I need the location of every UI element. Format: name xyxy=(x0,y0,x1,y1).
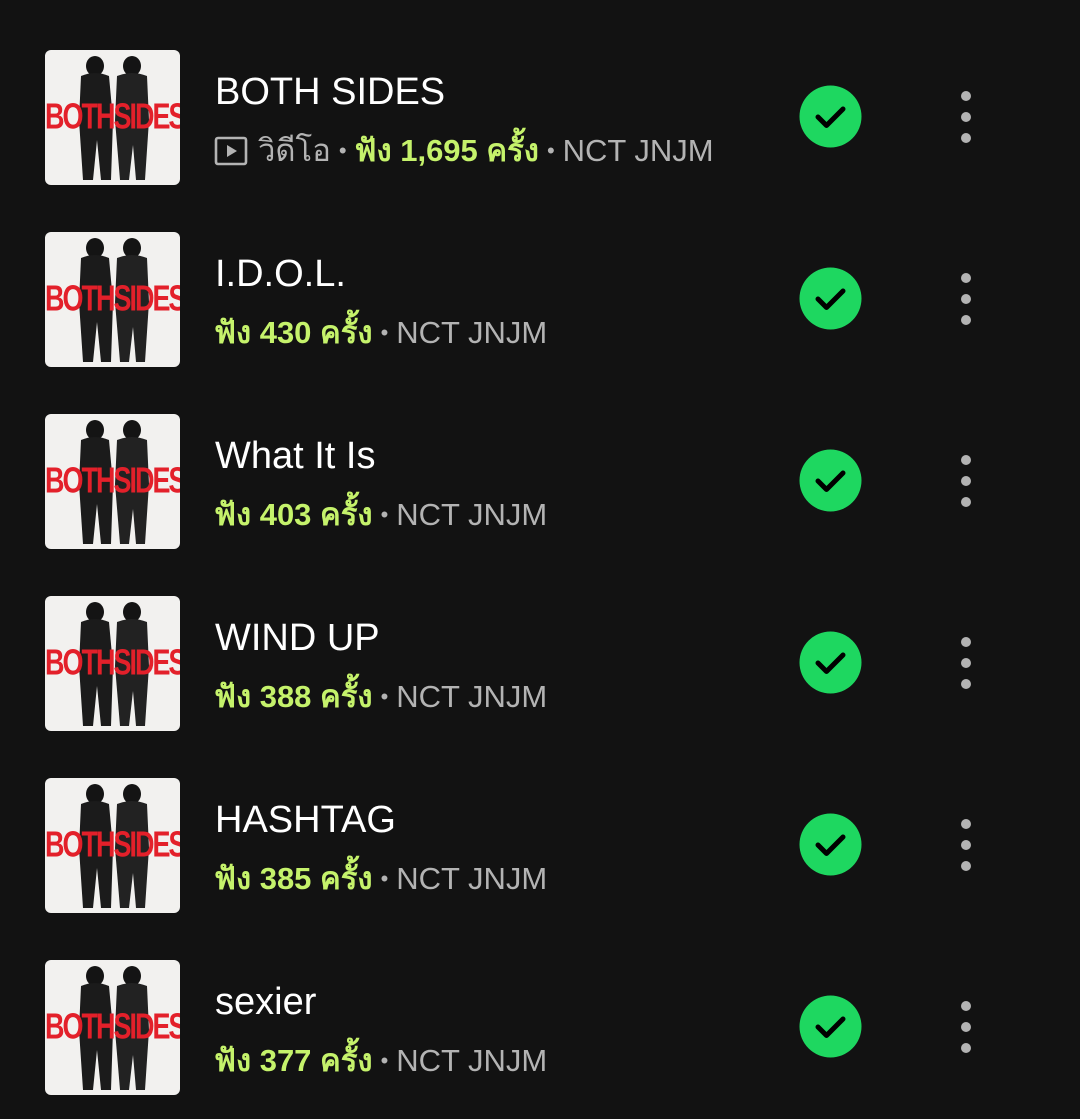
album-cover-text: BOTHSIDES xyxy=(45,824,180,865)
album-cover: BOTHSIDES xyxy=(45,232,180,367)
check-circle-icon[interactable] xyxy=(799,267,862,330)
separator-dot: • xyxy=(380,502,389,527)
separator-dot: • xyxy=(380,866,389,891)
track-title: WIND UP xyxy=(215,617,380,659)
track-meta: ฟัง 403 ครั้ง • NCT JNJM xyxy=(214,495,547,535)
check-circle-icon[interactable] xyxy=(799,85,862,148)
album-cover: BOTHSIDES xyxy=(45,960,180,1095)
more-vertical-icon[interactable] xyxy=(946,632,986,694)
track-row[interactable]: BOTHSIDES I.D.O.L. ฟัง 430 ครั้ง • NCT J… xyxy=(0,182,1080,367)
track-row[interactable]: BOTHSIDES BOTH SIDES วิดีโอ • ฟัง 1,695 … xyxy=(0,0,1080,185)
album-cover-text: BOTHSIDES xyxy=(45,642,180,683)
check-circle-icon[interactable] xyxy=(799,995,862,1058)
more-vertical-icon[interactable] xyxy=(946,814,986,876)
track-meta: ฟัง 430 ครั้ง • NCT JNJM xyxy=(214,313,547,353)
separator-dot: • xyxy=(380,1048,389,1073)
track-title: I.D.O.L. xyxy=(215,253,346,295)
track-row[interactable]: BOTHSIDES What It Is ฟัง 403 ครั้ง • NCT… xyxy=(0,364,1080,549)
artist-name[interactable]: NCT JNJM xyxy=(396,677,547,717)
more-vertical-icon[interactable] xyxy=(946,450,986,512)
play-count: ฟัง 1,695 ครั้ง xyxy=(354,133,539,168)
track-meta: ฟัง 385 ครั้ง • NCT JNJM xyxy=(214,859,547,899)
track-meta: ฟัง 388 ครั้ง • NCT JNJM xyxy=(214,677,547,717)
more-vertical-icon[interactable] xyxy=(946,86,986,148)
check-circle-icon[interactable] xyxy=(799,449,862,512)
album-cover: BOTHSIDES xyxy=(45,596,180,731)
track-title: HASHTAG xyxy=(215,799,396,841)
separator-dot: • xyxy=(380,684,389,709)
separator-dot: • xyxy=(338,138,347,163)
play-count: ฟัง 385 ครั้ง xyxy=(214,861,373,896)
album-cover-text: BOTHSIDES xyxy=(45,96,180,137)
separator-dot: • xyxy=(380,320,389,345)
artist-name[interactable]: NCT JNJM xyxy=(396,313,547,353)
album-cover: BOTHSIDES xyxy=(45,414,180,549)
album-cover-text: BOTHSIDES xyxy=(45,1006,180,1047)
artist-name[interactable]: NCT JNJM xyxy=(563,131,714,171)
track-meta: ฟัง 377 ครั้ง • NCT JNJM xyxy=(214,1041,547,1081)
play-count: ฟัง 430 ครั้ง xyxy=(214,315,373,350)
check-circle-icon[interactable] xyxy=(799,631,862,694)
play-count: ฟัง 403 ครั้ง xyxy=(214,497,373,532)
more-vertical-icon[interactable] xyxy=(946,996,986,1058)
track-row[interactable]: BOTHSIDES HASHTAG ฟัง 385 ครั้ง • NCT JN… xyxy=(0,728,1080,913)
separator-dot: • xyxy=(546,138,555,163)
play-count: ฟัง 388 ครั้ง xyxy=(214,679,373,714)
track-row[interactable]: BOTHSIDES sexier ฟัง 377 ครั้ง • NCT JNJ… xyxy=(0,910,1080,1095)
track-title: BOTH SIDES xyxy=(215,71,446,113)
track-meta: วิดีโอ • ฟัง 1,695 ครั้ง • NCT JNJM xyxy=(214,131,714,171)
more-vertical-icon[interactable] xyxy=(946,268,986,330)
play-count: ฟัง 377 ครั้ง xyxy=(214,1043,373,1078)
album-cover: BOTHSIDES xyxy=(45,778,180,913)
album-cover-text: BOTHSIDES xyxy=(45,278,180,319)
album-cover: BOTHSIDES xyxy=(45,50,180,185)
track-row[interactable]: BOTHSIDES WIND UP ฟัง 388 ครั้ง • NCT JN… xyxy=(0,546,1080,731)
artist-name[interactable]: NCT JNJM xyxy=(396,859,547,899)
check-circle-icon[interactable] xyxy=(799,813,862,876)
album-cover-text: BOTHSIDES xyxy=(45,460,180,501)
artist-name[interactable]: NCT JNJM xyxy=(396,1041,547,1081)
track-title: sexier xyxy=(215,981,317,1023)
video-play-icon xyxy=(214,136,248,166)
track-title: What It Is xyxy=(215,435,376,477)
video-label: วิดีโอ xyxy=(258,133,331,168)
track-list: BOTHSIDES BOTH SIDES วิดีโอ • ฟัง 1,695 … xyxy=(0,0,1080,1119)
artist-name[interactable]: NCT JNJM xyxy=(396,495,547,535)
